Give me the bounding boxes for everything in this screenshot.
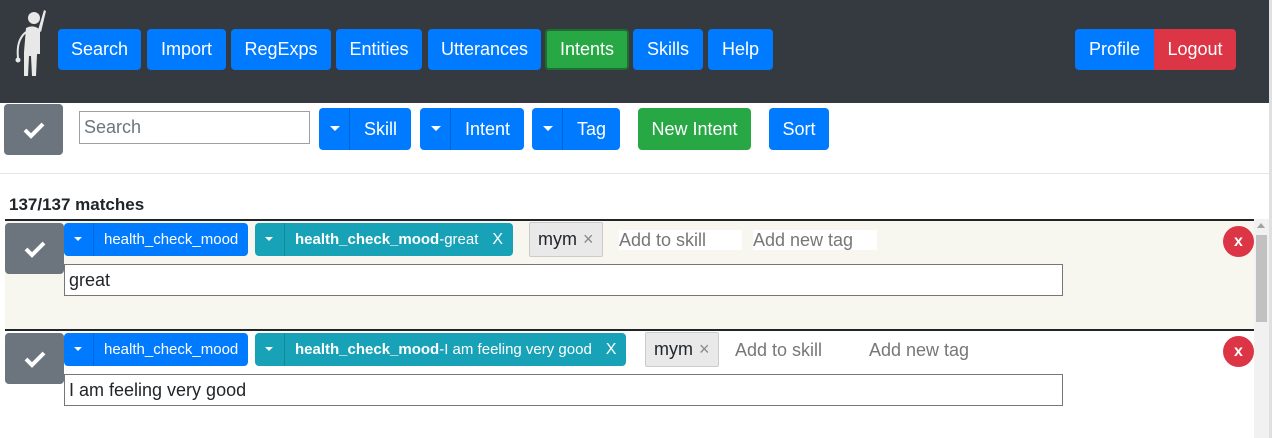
tag-filter-dropdown[interactable]: Tag [532,108,620,150]
tag-label: mym [654,339,693,359]
caret-down-icon [543,126,553,131]
nav-regexps-button[interactable]: RegExps [231,29,331,70]
nav-skills-button[interactable]: Skills [633,29,703,70]
remove-tag-icon[interactable]: × [699,339,710,359]
navbar: Search Import RegExps Entities Utterance… [0,0,1272,103]
tag-chip: mym × [645,332,719,367]
profile-button[interactable]: Profile [1075,29,1154,70]
caret-down-icon [74,347,82,351]
add-to-skill-input[interactable]: Add to skill [619,230,742,250]
intent-pill-label[interactable]: health_check_mood-I am feeling very good… [285,333,627,366]
caret-down-icon [265,347,273,351]
intent-suffix: -I am feeling very good [439,341,592,358]
utterance-text-input[interactable]: great [64,264,1063,296]
select-all-button[interactable] [4,104,63,155]
intent-pill[interactable]: health_check_mood-I am feeling very good… [255,333,627,366]
intent-filter-dropdown[interactable]: Intent [420,108,524,150]
tag-filter-label[interactable]: Tag [563,108,620,150]
intent-pill-toggle[interactable] [255,223,285,256]
skill-pill-toggle[interactable] [64,223,94,256]
intent-pill-label[interactable]: health_check_mood-great X [285,223,514,256]
tag-label: mym [538,229,577,249]
list-item: health_check_mood health_check_mood-grea… [5,219,1254,329]
skill-pill-label[interactable]: health_check_mood [94,333,249,366]
add-new-tag-input[interactable]: Add new tag [869,340,993,360]
robot-logo-icon [15,10,46,76]
divider [0,173,1270,174]
list-scrollbar[interactable] [1254,219,1269,438]
checkmark-icon [24,351,46,368]
caret-down-icon [265,237,273,241]
caret-down-icon [74,237,82,241]
skill-pill[interactable]: health_check_mood [64,223,249,256]
intent-pill-toggle[interactable] [255,333,285,366]
delete-item-button[interactable]: x [1223,336,1254,367]
intent-pill[interactable]: health_check_mood-great X [255,223,514,256]
skill-filter-label[interactable]: Skill [350,108,411,150]
skill-pill[interactable]: health_check_mood [64,333,249,366]
remove-tag-icon[interactable]: × [583,229,594,249]
tag-chip: mym × [529,222,603,257]
add-new-tag-input[interactable]: Add new tag [753,230,877,250]
search-input[interactable] [79,111,310,144]
intent-filter-label[interactable]: Intent [451,108,524,150]
list-item: health_check_mood health_check_mood-I am… [5,329,1254,438]
skill-pill-toggle[interactable] [64,333,94,366]
nav-utterances-button[interactable]: Utterances [428,29,541,70]
intent-name: health_check_mood [295,231,440,248]
intent-dropdown-toggle[interactable] [420,108,451,150]
caret-down-icon [431,126,441,131]
delete-item-button[interactable]: x [1223,226,1254,257]
match-count: 137/137 matches [9,195,145,214]
checkmark-icon [23,122,45,139]
skill-pill-label[interactable]: health_check_mood [94,223,249,256]
nav-search-button[interactable]: Search [58,29,141,70]
checkmark-icon [24,241,46,258]
remove-intent-icon[interactable]: X [492,223,503,256]
remove-intent-icon[interactable]: X [606,333,617,366]
nav-help-button[interactable]: Help [708,29,773,70]
scroll-up-arrow-icon[interactable] [1257,223,1265,228]
skill-filter-dropdown[interactable]: Skill [319,108,411,150]
add-to-skill-input[interactable]: Add to skill [735,340,858,360]
select-item-button[interactable] [5,223,64,274]
nav-import-button[interactable]: Import [147,29,226,70]
utterance-text-input[interactable]: I am feeling very good [64,374,1063,406]
logout-button[interactable]: Logout [1154,29,1236,70]
scroll-thumb[interactable] [1256,235,1267,322]
sort-button[interactable]: Sort [769,108,829,150]
caret-down-icon [330,126,340,131]
select-item-button[interactable] [5,333,64,384]
new-intent-button[interactable]: New Intent [638,108,751,150]
nav-intents-button[interactable]: Intents [545,29,629,70]
tag-dropdown-toggle[interactable] [532,108,563,150]
nav-entities-button[interactable]: Entities [336,29,422,70]
intent-suffix: -great [439,231,479,248]
intent-name: health_check_mood [295,341,440,358]
skill-dropdown-toggle[interactable] [319,108,350,150]
intent-list: health_check_mood health_check_mood-grea… [5,219,1254,438]
